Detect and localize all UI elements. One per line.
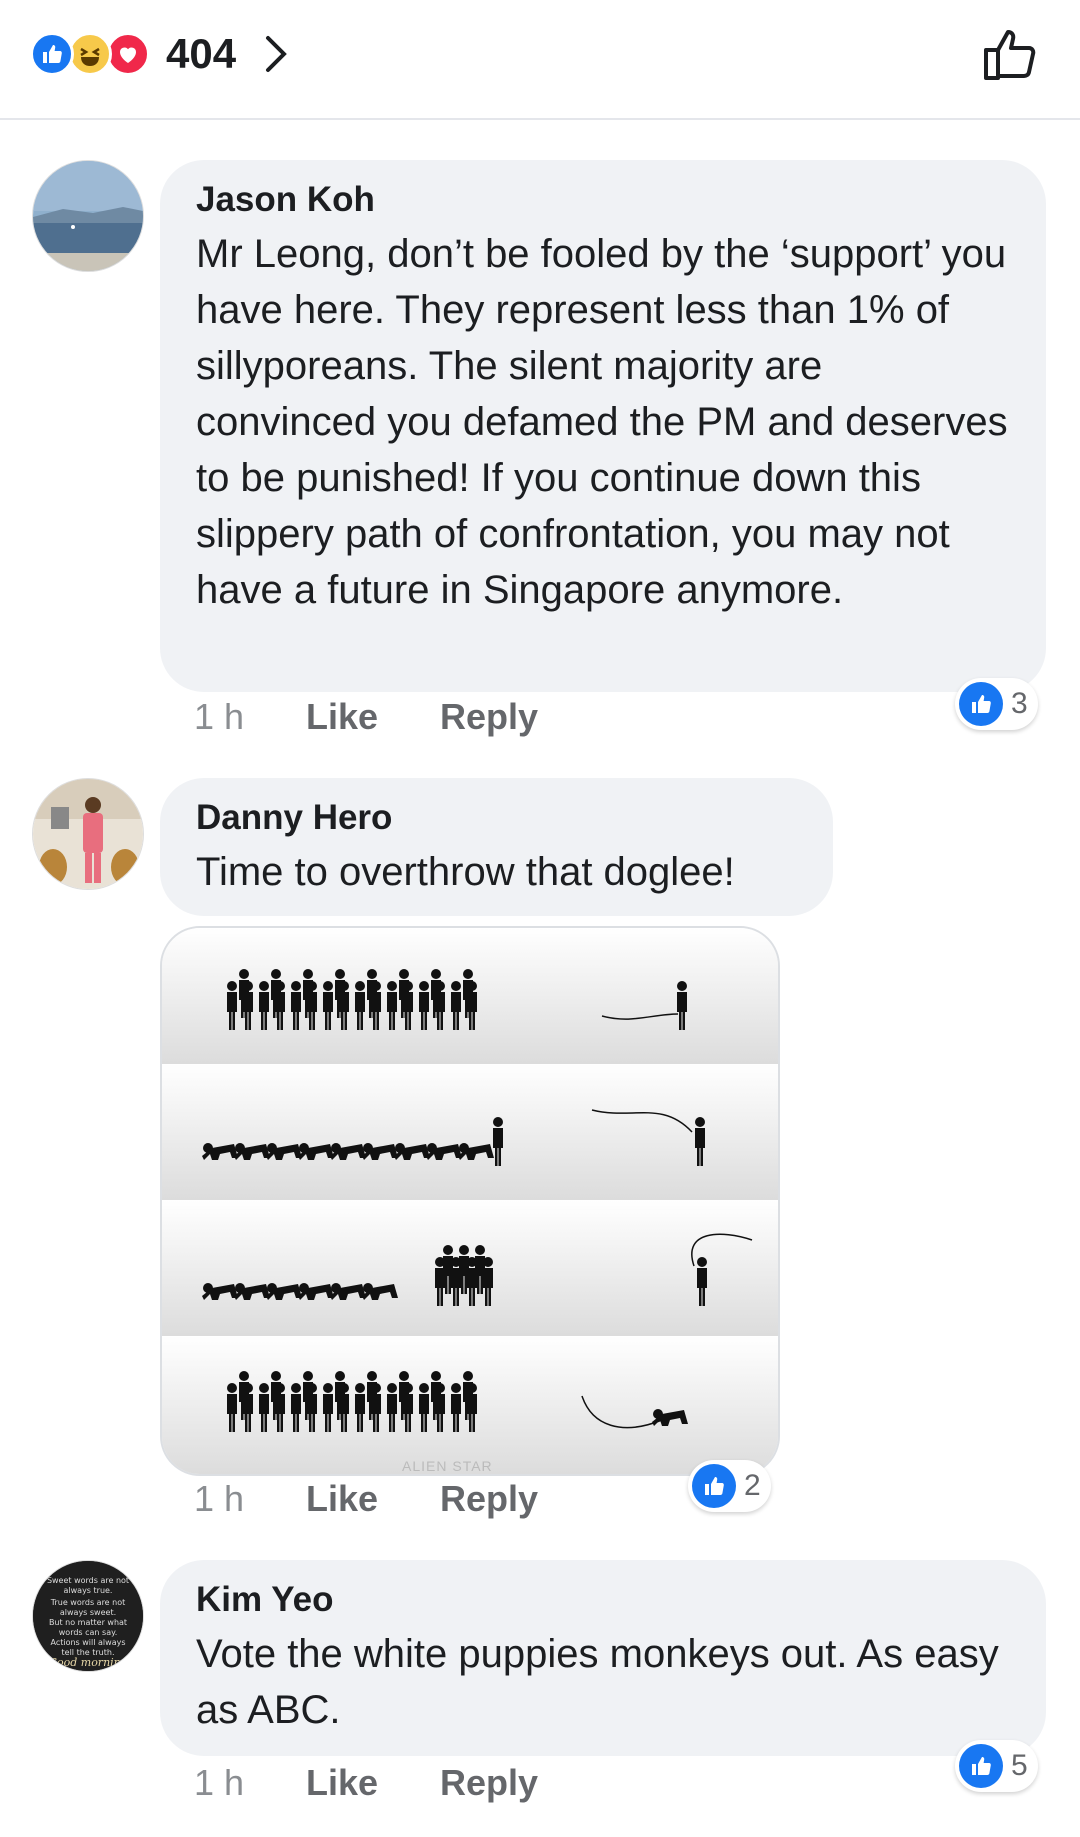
reply-button[interactable]: Reply bbox=[440, 1762, 538, 1804]
avatar[interactable]: Sweet words are not always true. True wo… bbox=[32, 1560, 144, 1672]
reaction-count: 2 bbox=[744, 1469, 761, 1502]
comment-reaction-badge[interactable]: 2 bbox=[688, 1460, 771, 1512]
thumbs-up-icon[interactable] bbox=[978, 22, 1042, 86]
meme-illustration bbox=[162, 928, 778, 1474]
reply-button[interactable]: Reply bbox=[440, 696, 538, 738]
reaction-count: 3 bbox=[1011, 687, 1028, 720]
reaction-summary[interactable]: 404 bbox=[30, 30, 290, 78]
reaction-count: 404 bbox=[166, 30, 237, 77]
like-button[interactable]: Like bbox=[306, 696, 440, 738]
reactions-bar: 404 bbox=[0, 0, 1080, 120]
svg-text:Actions will always: Actions will always bbox=[51, 1638, 126, 1647]
svg-text:True words are not: True words are not bbox=[50, 1598, 126, 1607]
comment-image[interactable]: ALIEN STAR bbox=[160, 926, 780, 1476]
comment-time[interactable]: 1 h bbox=[194, 696, 306, 738]
comment-reaction-badge[interactable]: 5 bbox=[955, 1740, 1038, 1792]
comment-bubble: Jason Koh Mr Leong, don’t be fooled by t… bbox=[160, 160, 1046, 692]
comment-actions: 1 h Like Reply bbox=[194, 1762, 538, 1804]
comment-text: Vote the white puppies monkeys out. As e… bbox=[196, 1632, 999, 1732]
like-button[interactable]: Like bbox=[306, 1762, 440, 1804]
svg-text:Good morning: Good morning bbox=[48, 1656, 128, 1669]
chevron-right-icon[interactable] bbox=[264, 34, 290, 74]
comment-author[interactable]: Kim Yeo bbox=[196, 1580, 1010, 1620]
svg-text:words can say.: words can say. bbox=[59, 1628, 118, 1637]
comment-time[interactable]: 1 h bbox=[194, 1478, 306, 1520]
comment-actions: 1 h Like Reply bbox=[194, 696, 538, 738]
comment-text: Mr Leong, don’t be fooled by the ‘suppor… bbox=[196, 232, 1008, 612]
image-watermark: ALIEN STAR bbox=[402, 1458, 493, 1474]
like-reaction-icon bbox=[959, 1744, 1003, 1788]
comment-author[interactable]: Danny Hero bbox=[196, 798, 797, 838]
like-reaction-icon bbox=[692, 1464, 736, 1508]
like-reaction-icon bbox=[959, 682, 1003, 726]
svg-text:always sweet.: always sweet. bbox=[60, 1608, 116, 1617]
reply-button[interactable]: Reply bbox=[440, 1478, 538, 1520]
like-button[interactable]: Like bbox=[306, 1478, 440, 1520]
avatar[interactable] bbox=[32, 160, 144, 272]
comment-time[interactable]: 1 h bbox=[194, 1762, 306, 1804]
love-reaction-icon bbox=[106, 32, 150, 76]
avatar[interactable] bbox=[32, 778, 144, 890]
svg-text:But no matter what: But no matter what bbox=[49, 1618, 127, 1627]
avatar-quote-image: Sweet words are not always true. True wo… bbox=[33, 1561, 143, 1671]
comment-text: Time to overthrow that doglee! bbox=[196, 850, 735, 894]
comment-actions: 1 h Like Reply bbox=[194, 1478, 538, 1520]
svg-text:always true.: always true. bbox=[64, 1586, 113, 1595]
haha-reaction-icon bbox=[68, 32, 112, 76]
like-reaction-icon bbox=[30, 32, 74, 76]
comment-reaction-badge[interactable]: 3 bbox=[955, 678, 1038, 730]
comment-bubble: Danny Hero Time to overthrow that doglee… bbox=[160, 778, 833, 916]
reaction-count: 5 bbox=[1011, 1749, 1028, 1782]
comment-author[interactable]: Jason Koh bbox=[196, 180, 1010, 220]
svg-text:Sweet words are not: Sweet words are not bbox=[47, 1576, 129, 1585]
comment-bubble: Kim Yeo Vote the white puppies monkeys o… bbox=[160, 1560, 1046, 1756]
